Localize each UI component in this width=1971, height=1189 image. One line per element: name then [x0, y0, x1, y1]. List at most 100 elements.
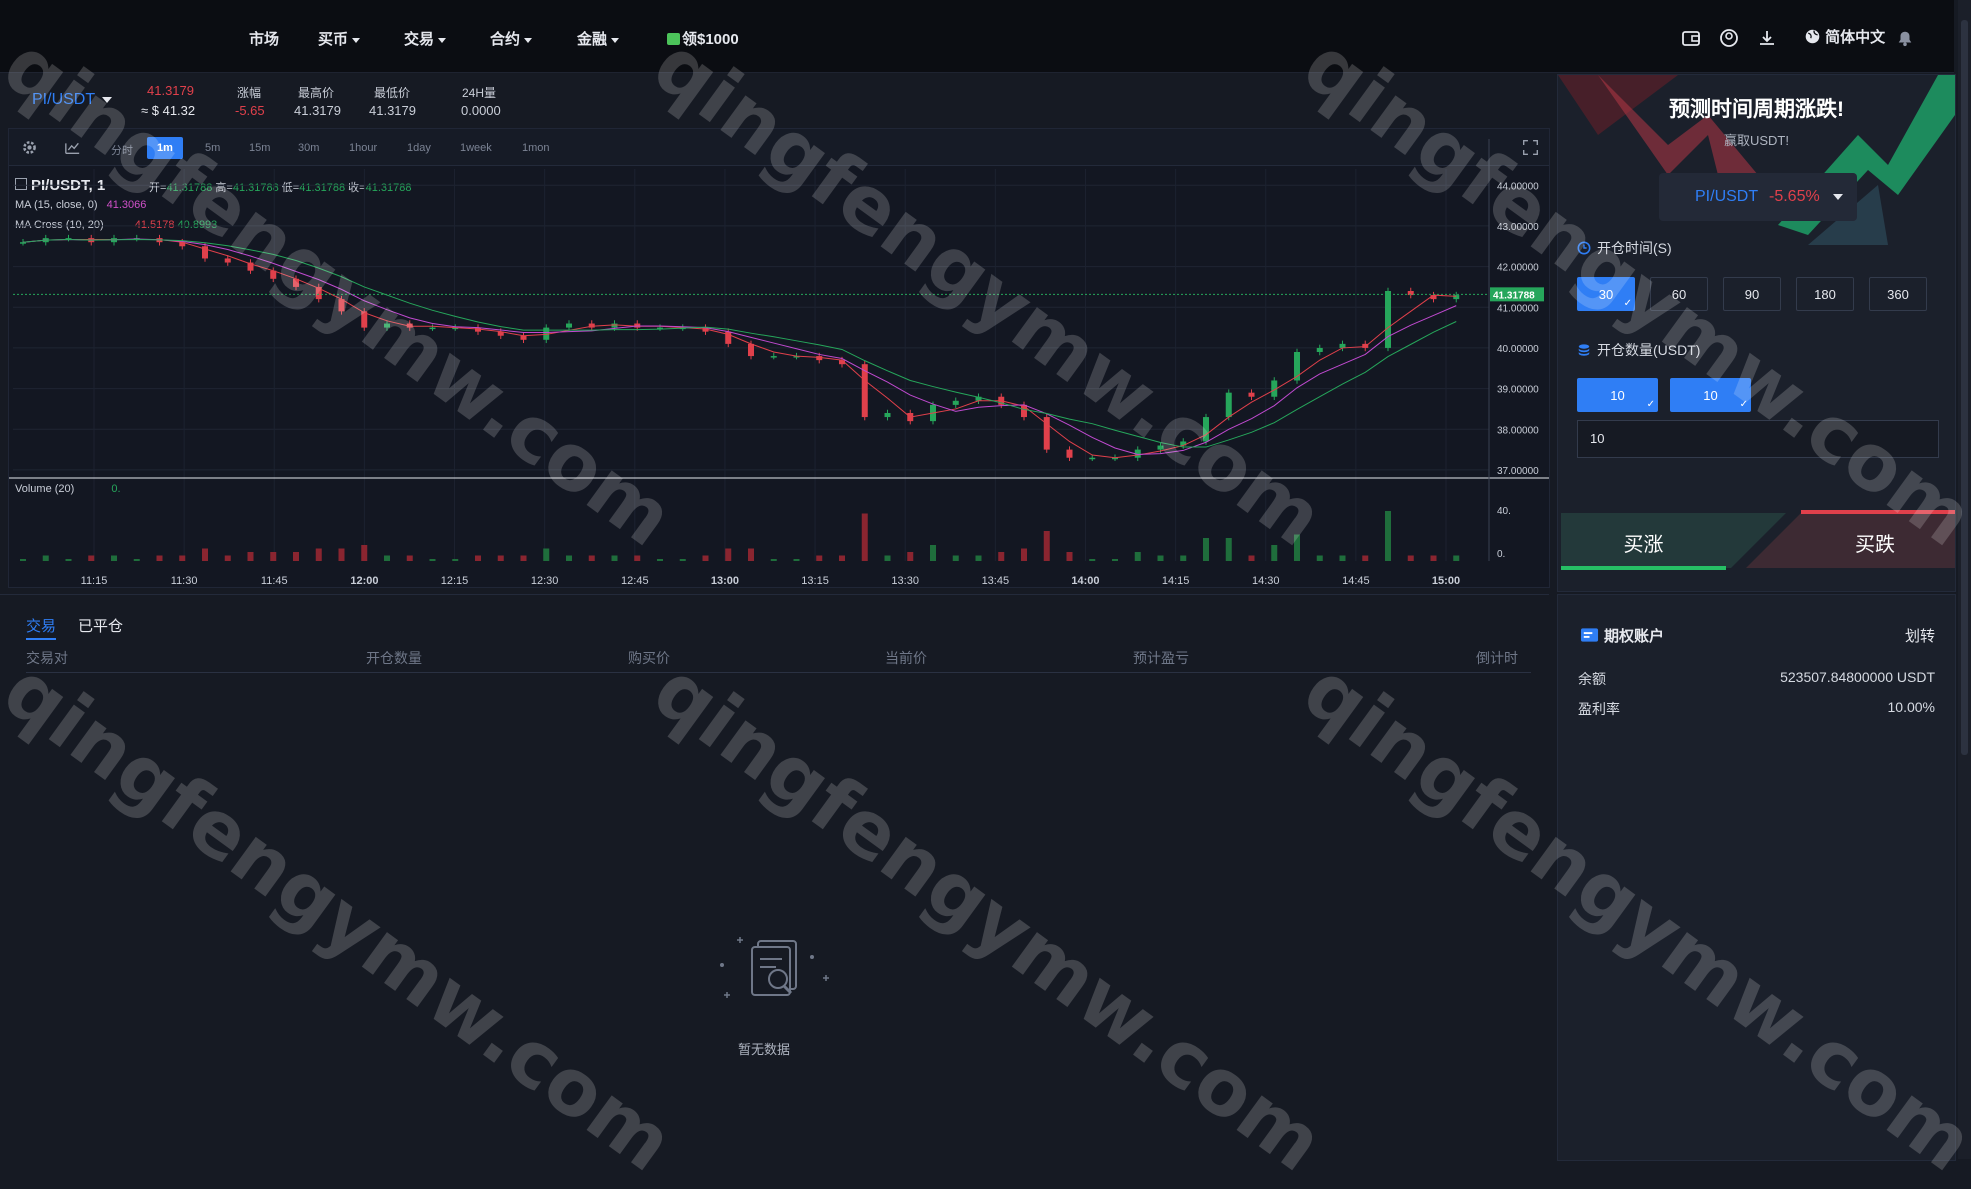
- volume-legend: Volume (20) 0.: [15, 483, 121, 495]
- chevron-down-icon: [611, 37, 620, 43]
- nav-contract-label: 合约: [490, 31, 521, 48]
- nav-contract[interactable]: 合约: [490, 28, 533, 49]
- fullscreen-icon[interactable]: [1522, 139, 1539, 156]
- candle-body: [361, 311, 368, 328]
- top-navbar: 市场 买币 交易 合约 金融 领$1000 简体中文: [0, 0, 1954, 73]
- candle-body: [1021, 404, 1027, 418]
- language-switch[interactable]: 简体中文: [1804, 26, 1885, 47]
- x-axis-label: 14:15: [1162, 575, 1190, 587]
- ma-cross-fast-line: [22, 238, 1457, 459]
- globe-icon: [1805, 29, 1820, 44]
- volume-bar: [884, 555, 891, 561]
- y-axis-label: 42.00000: [1497, 263, 1539, 274]
- candlestick-chart[interactable]: 44.00000 43.00000 42.00000 41.00000 40.00000…: [9, 129, 1549, 587]
- candle-body: [588, 323, 595, 328]
- tf-5m[interactable]: 5m: [205, 142, 220, 154]
- ma-value: 41.3066: [106, 199, 147, 211]
- nav-trade[interactable]: 交易: [404, 28, 447, 49]
- volume-bar: [566, 555, 572, 561]
- account-card-icon: [1580, 628, 1599, 642]
- candle-body: [702, 327, 709, 332]
- download-icon[interactable]: [1757, 28, 1777, 48]
- candle-body: [520, 335, 527, 340]
- time-option-30[interactable]: 30 ✓: [1577, 277, 1635, 311]
- qty-input[interactable]: 10: [1577, 420, 1939, 458]
- qty-option-2[interactable]: 10 ✓: [1670, 378, 1751, 412]
- tf-line[interactable]: 分时: [111, 142, 133, 158]
- qty-option-1[interactable]: 10 ✓: [1577, 378, 1658, 412]
- tf-1mon[interactable]: 1mon: [522, 142, 550, 154]
- volume-bar: [497, 555, 504, 561]
- candle-body: [1248, 392, 1255, 397]
- candle-body: [611, 323, 618, 328]
- current-price-tag: 41.31788: [1493, 290, 1535, 301]
- candle-body: [861, 364, 868, 418]
- x-axis-label: 14:00: [1071, 575, 1099, 587]
- nav-buy-coin[interactable]: 买币: [318, 28, 361, 49]
- close-label: 收=: [348, 182, 366, 194]
- chart-symbol-label: PI/USDT, 1: [31, 177, 106, 194]
- candle-body: [907, 413, 914, 422]
- symbol-selector[interactable]: PI/USDT -5.65%: [1659, 173, 1857, 221]
- transfer-link[interactable]: 划转: [1905, 625, 1935, 646]
- time-option-180[interactable]: 180: [1796, 277, 1854, 311]
- volume-24h-label: 24H量: [462, 86, 497, 100]
- last-price: 41.3179: [147, 83, 194, 98]
- tab-closed[interactable]: 已平仓: [78, 615, 123, 636]
- volume-bar: [1407, 555, 1414, 561]
- chart-type-icon[interactable]: [64, 140, 81, 155]
- candle-body: [315, 286, 322, 300]
- page-scrollbar[interactable]: [1958, 0, 1971, 1159]
- wallet-icon[interactable]: [1681, 28, 1701, 48]
- volume-bar: [247, 552, 254, 561]
- volume-bar: [1430, 555, 1437, 561]
- collapse-icon[interactable]: [15, 178, 27, 190]
- symbol-change: -5.65%: [1769, 188, 1820, 205]
- trade-panel: 预测时间周期涨跌! 赢取USDT! PI/USDT -5.65% 开仓时间(S)…: [1557, 74, 1956, 592]
- settings-icon[interactable]: [21, 139, 38, 156]
- volume-bar: [111, 555, 117, 561]
- y-axis-label: 44.00000: [1497, 181, 1539, 192]
- time-option-360[interactable]: 360: [1869, 277, 1927, 311]
- candle-body: [338, 299, 345, 312]
- balance-value: 523507.84800000 USDT: [1780, 669, 1935, 685]
- nav-market[interactable]: 市场: [249, 28, 279, 49]
- candle-body: [884, 413, 891, 418]
- tf-1week[interactable]: 1week: [460, 142, 492, 154]
- tf-1hour[interactable]: 1hour: [349, 142, 377, 154]
- ma-legend: MA (15, close, 0) 41.3066: [15, 199, 146, 211]
- buy-up-button[interactable]: 买涨: [1561, 515, 1726, 569]
- volume-bar: [1203, 538, 1209, 561]
- time-option-label: 30: [1598, 286, 1614, 302]
- x-axis-label: 14:30: [1252, 575, 1280, 587]
- y-axis-label: 43.00000: [1497, 222, 1539, 233]
- volume-bar: [1453, 555, 1460, 561]
- tf-1day[interactable]: 1day: [407, 142, 431, 154]
- volume-axis-label: 40.: [1497, 506, 1511, 517]
- candle-body: [1339, 343, 1346, 348]
- nav-finance[interactable]: 金融: [577, 28, 620, 49]
- time-option-90[interactable]: 90: [1723, 277, 1781, 311]
- user-icon[interactable]: [1719, 28, 1739, 48]
- x-axis-label: 11:30: [171, 575, 198, 587]
- candle-body: [452, 327, 459, 330]
- chevron-down-icon: [352, 37, 361, 43]
- nav-promo[interactable]: 领$1000: [667, 28, 739, 49]
- nav-market-label: 市场: [249, 31, 280, 48]
- tf-15m[interactable]: 15m: [249, 142, 270, 154]
- volume-bar: [361, 545, 368, 561]
- buy-down-button[interactable]: 买跌: [1798, 515, 1952, 569]
- bell-icon[interactable]: [1896, 28, 1914, 48]
- tf-30m[interactable]: 30m: [298, 142, 319, 154]
- pair-selector[interactable]: PI/USDT: [32, 91, 113, 109]
- candle-body: [1294, 352, 1300, 381]
- volume-bar: [588, 555, 595, 561]
- candle-body: [657, 327, 663, 330]
- volume-bar: [338, 548, 345, 561]
- x-axis-label: 13:15: [801, 575, 829, 587]
- tf-1m[interactable]: 1m: [147, 137, 183, 159]
- volume-bar: [543, 548, 550, 561]
- tab-trades[interactable]: 交易: [26, 615, 57, 640]
- scrollbar-thumb[interactable]: [1961, 20, 1968, 755]
- time-option-60[interactable]: 60: [1650, 277, 1708, 311]
